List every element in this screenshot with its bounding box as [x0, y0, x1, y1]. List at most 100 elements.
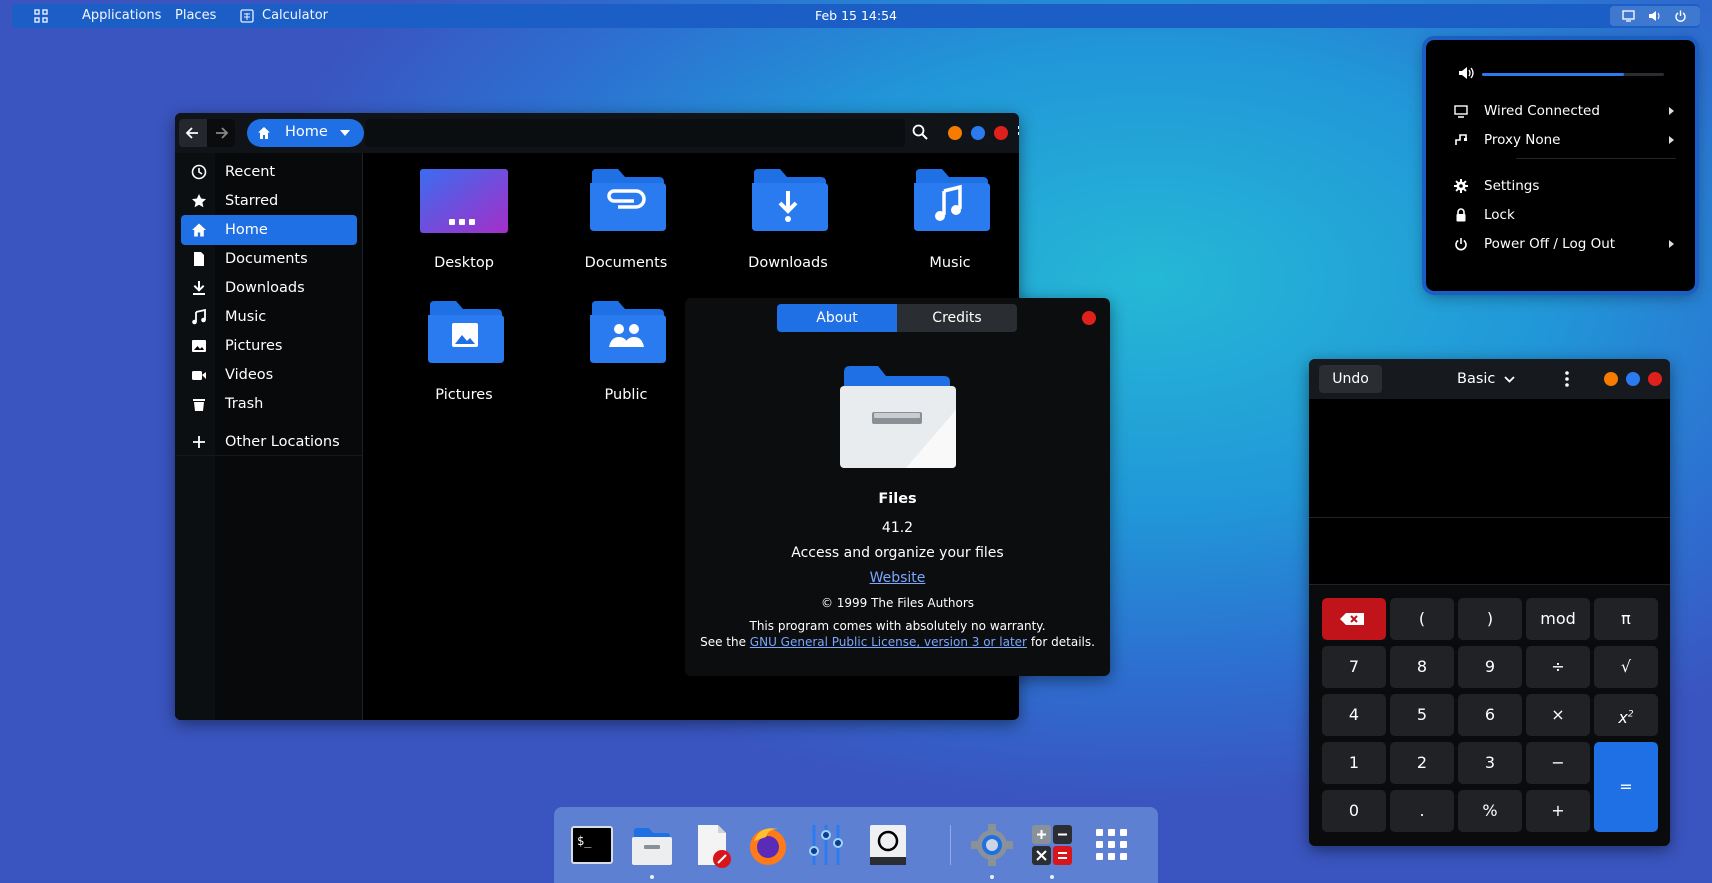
- text-editor-icon[interactable]: [688, 821, 736, 869]
- mixer-icon[interactable]: [802, 821, 850, 869]
- folder-documents[interactable]: Documents: [561, 163, 691, 278]
- tab-credits[interactable]: Credits: [897, 304, 1017, 332]
- close-button[interactable]: [1082, 311, 1096, 325]
- forward-button[interactable]: [207, 119, 235, 147]
- sidebar-item-starred[interactable]: Starred: [181, 186, 357, 216]
- minimize-button[interactable]: [1604, 372, 1618, 386]
- key-3[interactable]: 3: [1458, 742, 1522, 784]
- menu-item-wired-connected[interactable]: Wired Connected: [1454, 100, 1674, 122]
- sidebar-item-documents[interactable]: Documents: [181, 244, 357, 274]
- chevron-down-icon[interactable]: [1504, 376, 1515, 383]
- key-6[interactable]: 6: [1458, 694, 1522, 736]
- menu-item-proxy-none[interactable]: Proxy None: [1454, 129, 1674, 151]
- sidebar-item-pictures[interactable]: Pictures: [181, 331, 357, 361]
- key-multiply[interactable]: ×: [1526, 694, 1590, 736]
- website-link[interactable]: Website: [870, 570, 926, 586]
- license-link[interactable]: GNU General Public License, version 3 or…: [750, 635, 1027, 649]
- backspace-icon: [1340, 613, 1364, 625]
- menu-item-label: Lock: [1484, 207, 1515, 223]
- sidebar-item-trash[interactable]: Trash: [181, 389, 357, 419]
- key-label: 3: [1484, 753, 1496, 772]
- key-7[interactable]: 7: [1322, 646, 1386, 688]
- key-)[interactable]: ): [1458, 598, 1522, 640]
- key-equals[interactable]: =: [1594, 742, 1658, 832]
- calc-entry[interactable]: [1309, 518, 1670, 584]
- system-tray[interactable]: [1610, 6, 1700, 26]
- activities-icon[interactable]: [34, 9, 48, 33]
- folder-music[interactable]: Music: [885, 163, 1015, 278]
- settings-icon[interactable]: [968, 821, 1016, 869]
- dock-separator: [950, 825, 951, 865]
- key-4[interactable]: 4: [1322, 694, 1386, 736]
- key-label: 2: [1416, 753, 1428, 772]
- applications-menu[interactable]: Applications: [82, 4, 161, 28]
- key-sqrt[interactable]: √: [1594, 646, 1658, 688]
- menu-item-label: Wired Connected: [1484, 103, 1600, 119]
- sidebar-item-videos[interactable]: Videos: [181, 360, 357, 390]
- key-5[interactable]: 5: [1390, 694, 1454, 736]
- screenshot-icon[interactable]: [864, 821, 912, 869]
- close-button[interactable]: [1648, 372, 1662, 386]
- sidebar-item-other-locations[interactable]: Other Locations: [181, 427, 357, 457]
- key-pi[interactable]: π: [1594, 598, 1658, 640]
- volume-slider[interactable]: [1482, 73, 1664, 76]
- maximize-button[interactable]: [971, 126, 985, 140]
- folder-public[interactable]: Public: [561, 295, 691, 410]
- folder-desktop[interactable]: Desktop: [399, 163, 529, 278]
- key-0[interactable]: 0: [1322, 790, 1386, 832]
- key-%[interactable]: %: [1458, 790, 1522, 832]
- search-icon[interactable]: [911, 123, 929, 141]
- tab-about[interactable]: About: [777, 304, 897, 332]
- folder-downloads[interactable]: Downloads: [723, 163, 853, 278]
- app-grid-icon[interactable]: [1088, 821, 1136, 869]
- terminal-icon[interactable]: $_: [568, 821, 616, 869]
- license-text: See the GNU General Public License, vers…: [685, 635, 1110, 649]
- top-bar: Applications Places Calculator Feb 15 14…: [12, 4, 1700, 28]
- sidebar-item-downloads[interactable]: Downloads: [181, 273, 357, 303]
- calculator-icon[interactable]: [1028, 821, 1076, 869]
- key-minus[interactable]: −: [1526, 742, 1590, 784]
- key-9[interactable]: 9: [1458, 646, 1522, 688]
- menu-item-power-off-log-out[interactable]: Power Off / Log Out: [1454, 233, 1674, 255]
- folder-label: Downloads: [748, 255, 828, 271]
- volume-icon: [1458, 66, 1474, 80]
- sidebar-item-music[interactable]: Music: [181, 302, 357, 332]
- key-backspace[interactable]: [1322, 598, 1386, 640]
- menu-kebab-icon[interactable]: [1565, 370, 1569, 388]
- minimize-button[interactable]: [948, 126, 962, 140]
- sidebar-item-home[interactable]: Home: [181, 215, 357, 245]
- close-button[interactable]: [994, 126, 1008, 140]
- key-plus[interactable]: +: [1526, 790, 1590, 832]
- key-2[interactable]: 2: [1390, 742, 1454, 784]
- path-bar-home[interactable]: Home: [247, 119, 364, 147]
- key-label: .: [1419, 801, 1425, 820]
- sidebar-item-recent[interactable]: Recent: [181, 157, 357, 187]
- sidebar-item-label: Videos: [225, 367, 274, 383]
- places-menu[interactable]: Places: [175, 4, 216, 28]
- maximize-button[interactable]: [1626, 372, 1640, 386]
- active-app-menu[interactable]: Calculator: [262, 4, 328, 28]
- list-view-icon[interactable]: [1017, 123, 1019, 139]
- files-icon[interactable]: [628, 821, 676, 869]
- folder-label: Pictures: [435, 387, 493, 403]
- key-8[interactable]: 8: [1390, 646, 1454, 688]
- folder-pictures[interactable]: Pictures: [399, 295, 529, 410]
- sidebar-separator: [362, 153, 363, 720]
- files-sidebar: Recent Starred Home Documents Downloads Music…: [175, 153, 363, 720]
- menu-item-lock[interactable]: Lock: [1454, 204, 1674, 226]
- key-divide[interactable]: ÷: [1526, 646, 1590, 688]
- key-square[interactable]: x2: [1594, 694, 1658, 736]
- key-mod[interactable]: mod: [1526, 598, 1590, 640]
- chevron-down-icon[interactable]: [340, 130, 350, 136]
- power-icon: [1454, 237, 1468, 251]
- undo-button[interactable]: Undo: [1319, 365, 1382, 393]
- location-bar[interactable]: [365, 119, 905, 147]
- menu-item-settings[interactable]: Settings: [1454, 175, 1674, 197]
- key-.[interactable]: .: [1390, 790, 1454, 832]
- key-([interactable]: (: [1390, 598, 1454, 640]
- sidebar-item-label: Documents: [225, 251, 308, 267]
- back-button[interactable]: [179, 119, 207, 147]
- firefox-icon[interactable]: [744, 821, 792, 869]
- mode-selector[interactable]: Basic: [1457, 365, 1495, 393]
- key-1[interactable]: 1: [1322, 742, 1386, 784]
